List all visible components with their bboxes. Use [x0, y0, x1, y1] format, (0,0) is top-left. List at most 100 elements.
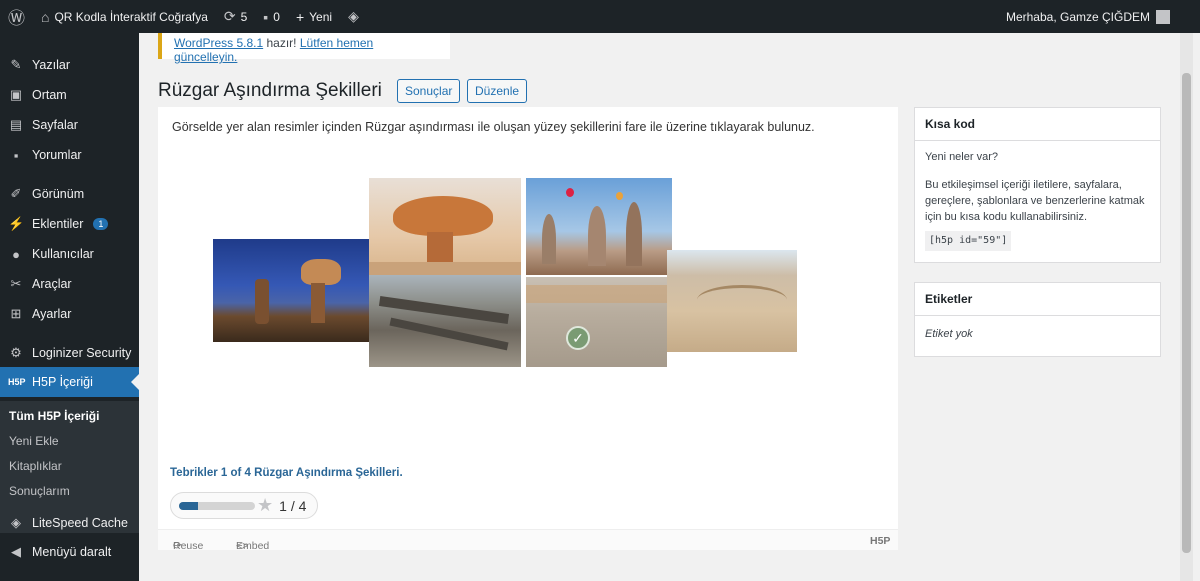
sidebar-item-label: Ayarlar — [32, 307, 72, 321]
wordpress-logo-icon: Ⓦ — [8, 9, 25, 28]
sidebar-item-settings[interactable]: ⊞ Ayarlar — [0, 299, 139, 329]
sidebar-item-label: Yorumlar — [32, 148, 82, 162]
settings-icon: ⊞ — [10, 306, 22, 321]
sidebar-item-label: Ortam — [32, 88, 67, 102]
reuse-label: Reuse — [173, 540, 204, 552]
h5p-content: Görselde yer alan resimler içinden Rüzga… — [158, 107, 898, 552]
task-instructions: Görselde yer alan resimler içinden Rüzga… — [172, 120, 815, 134]
sidebar-item-label: Loginizer Security — [32, 346, 132, 360]
sidebar-item-tools[interactable]: ✂ Araçlar — [0, 269, 139, 299]
sidebar-item-label: Yazılar — [32, 58, 70, 72]
shortcode-box: Kısa kod Yeni neler var? Bu etkileşimsel… — [914, 107, 1161, 263]
home-icon: ⌂ — [41, 8, 50, 25]
litespeed-adminbar-button[interactable]: ◈ — [340, 0, 367, 33]
pin-icon: ✎ — [10, 57, 22, 72]
site-name: QR Kodla İnteraktif Coğrafya — [54, 9, 208, 24]
gear-icon: ⚙ — [10, 345, 22, 360]
litespeed-diamond-icon: ◈ — [348, 8, 359, 24]
star-icon: ★ — [257, 495, 274, 515]
submenu-add-new[interactable]: Yeni Ekle — [9, 434, 59, 448]
comments-count: 0 — [273, 9, 280, 24]
tools-icon: ✂ — [10, 276, 22, 291]
admin-bar: Ⓦ ⌂ QR Kodla İnteraktif Coğrafya ⟳ 5 ▪ 0… — [0, 0, 1200, 33]
photo-eroded-ground[interactable]: ✓ — [526, 277, 667, 367]
sidebar-item-h5p[interactable]: H5P H5P İçeriği — [0, 367, 139, 397]
tags-box: Etiketler Etiket yok — [914, 282, 1161, 357]
h5p-icon: H5P — [8, 377, 26, 387]
shortcode-box-title: Kısa kod — [915, 108, 1160, 141]
page-title: Rüzgar Aşındırma Şekilleri — [158, 80, 382, 101]
sidebar-item-users[interactable]: ● Kullanıcılar — [0, 239, 139, 269]
score-progress-track — [179, 501, 255, 510]
scrollbar-thumb[interactable] — [1182, 73, 1191, 553]
sidebar-item-comments[interactable]: ▪ Yorumlar — [0, 140, 139, 170]
h5p-actions-bar: ⟳ Reuse <> Embed H5P — [158, 529, 898, 552]
photo-yardangs[interactable] — [369, 275, 521, 367]
submenu-all-h5p[interactable]: Tüm H5P İçeriği — [9, 409, 99, 423]
wordpress-version-link[interactable]: WordPress 5.8.1 — [174, 36, 263, 50]
sidebar-item-collapse[interactable]: ◀ Menüyü daralt — [0, 537, 139, 567]
edit-button[interactable]: Düzenle — [467, 79, 528, 103]
sidebar-item-plugins[interactable]: ⚡ Eklentiler 1 — [0, 209, 139, 239]
photo-sand-dunes[interactable] — [667, 250, 797, 352]
litespeed-icon: ◈ — [11, 515, 21, 530]
sidebar-item-posts[interactable]: ✎ Yazılar — [0, 50, 139, 80]
photo-mushroom-rock-night[interactable] — [213, 239, 369, 342]
plugin-update-badge: 1 — [93, 218, 109, 230]
site-name-link[interactable]: ⌂ QR Kodla İnteraktif Coğrafya — [33, 0, 216, 33]
sidebar-item-label: Menüyü daralt — [32, 545, 112, 559]
sidebar-item-label: Araçlar — [32, 277, 72, 291]
comments-link[interactable]: ▪ 0 — [255, 0, 288, 33]
submenu-results[interactable]: Sonuçlarım — [9, 484, 70, 498]
comments-icon: ▪ — [13, 147, 19, 163]
score-text: 1 / 4 — [279, 497, 307, 514]
sidebar-item-appearance[interactable]: ✐ Görünüm — [0, 179, 139, 209]
photo-fairy-chimneys[interactable] — [526, 178, 672, 275]
notice-text: hazır! — [263, 36, 300, 50]
greeting: Merhaba, Gamze ÇIĞDEM — [1005, 9, 1150, 24]
update-notice: WordPress 5.8.1 hazır! Lütfen hemen günc… — [158, 33, 450, 64]
new-content-link[interactable]: + Yeni — [288, 0, 340, 33]
sidebar-item-label: LiteSpeed Cache — [32, 516, 128, 530]
collapse-icon: ◀ — [11, 544, 21, 559]
sidebar-item-label: Sayfalar — [32, 118, 78, 132]
new-label: Yeni — [309, 9, 333, 24]
pages-icon: ▤ — [9, 117, 23, 132]
sidebar-item-label: Eklentiler — [32, 217, 84, 231]
avatar — [1156, 9, 1170, 24]
sidebar-item-litespeed[interactable]: ◈ LiteSpeed Cache — [0, 508, 139, 538]
comment-icon: ▪ — [263, 8, 269, 25]
photo-mushroom-rock-desert[interactable] — [369, 178, 521, 275]
appearance-icon: ✐ — [10, 186, 22, 201]
submenu-libraries[interactable]: Kitaplıklar — [9, 459, 62, 473]
sidebar-item-pages[interactable]: ▤ Sayfalar — [0, 110, 139, 140]
results-button[interactable]: Sonuçlar — [397, 79, 461, 103]
check-icon: ✓ — [566, 326, 590, 350]
h5p-logo[interactable]: H5P — [870, 535, 890, 547]
score-progress-fill — [179, 501, 198, 510]
updates-icon: ⟳ — [223, 8, 236, 24]
feedback-text: Tebrikler 1 of 4 Rüzgar Aşındırma Şekill… — [170, 467, 403, 479]
shortcode-value[interactable]: [h5p id="59"] — [925, 231, 1012, 251]
wordpress-logo-button[interactable]: Ⓦ — [0, 0, 33, 33]
shortcode-description: Bu etkileşimsel içeriği iletilere, sayfa… — [925, 179, 1145, 223]
tags-empty-text: Etiket yok — [925, 328, 973, 340]
plus-icon: + — [295, 8, 305, 25]
account-menu[interactable]: Merhaba, Gamze ÇIĞDEM — [1005, 9, 1200, 24]
tags-box-title: Etiketler — [915, 283, 1160, 316]
whats-new-text: Yeni neler var? — [925, 151, 998, 163]
sidebar-item-media[interactable]: ▣ Ortam — [0, 80, 139, 110]
updates-link[interactable]: ⟳ 5 — [216, 0, 255, 33]
admin-sidebar: ✎ Yazılar ▣ Ortam ▤ Sayfalar ▪ Yorumlar … — [0, 33, 139, 581]
score-bar: ★ 1 / 4 — [170, 492, 318, 519]
embed-label: Embed — [236, 540, 270, 552]
sidebar-item-label: Kullanıcılar — [32, 247, 94, 261]
media-icon: ▣ — [9, 87, 23, 102]
page-scrollbar[interactable] — [1180, 33, 1193, 581]
sidebar-item-label: Görünüm — [32, 187, 85, 201]
plugins-icon: ⚡ — [8, 216, 25, 231]
users-icon: ● — [12, 246, 20, 262]
sidebar-item-loginizer[interactable]: ⚙ Loginizer Security — [0, 338, 139, 368]
updates-count: 5 — [240, 9, 248, 24]
sidebar-item-label: H5P İçeriği — [32, 375, 93, 389]
